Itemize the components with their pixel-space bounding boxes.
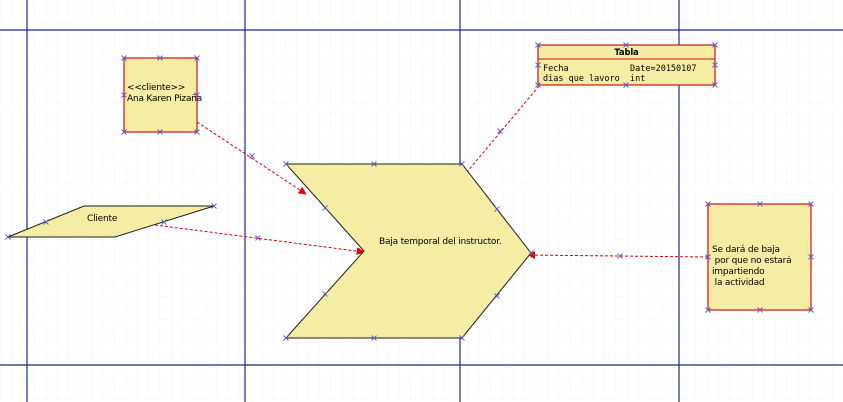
actor-note-name: Ana Karen Pizaña [127,94,203,104]
actor-note-stereotype: <<cliente>> [127,83,186,93]
data-table-title: Tabla [614,48,639,58]
output-note-line: por que no estará [712,256,792,266]
data-table-row: dias que lavoro int [543,74,646,84]
process-label: Baja temporal del instructor. [379,237,502,247]
diagram-canvas [0,0,843,402]
output-note-line: impartiendo [712,267,765,277]
output-note-line: la actividad [712,278,765,288]
client-input-label: Cliente [87,214,118,224]
output-note-line: Se dará de baja [712,245,780,255]
